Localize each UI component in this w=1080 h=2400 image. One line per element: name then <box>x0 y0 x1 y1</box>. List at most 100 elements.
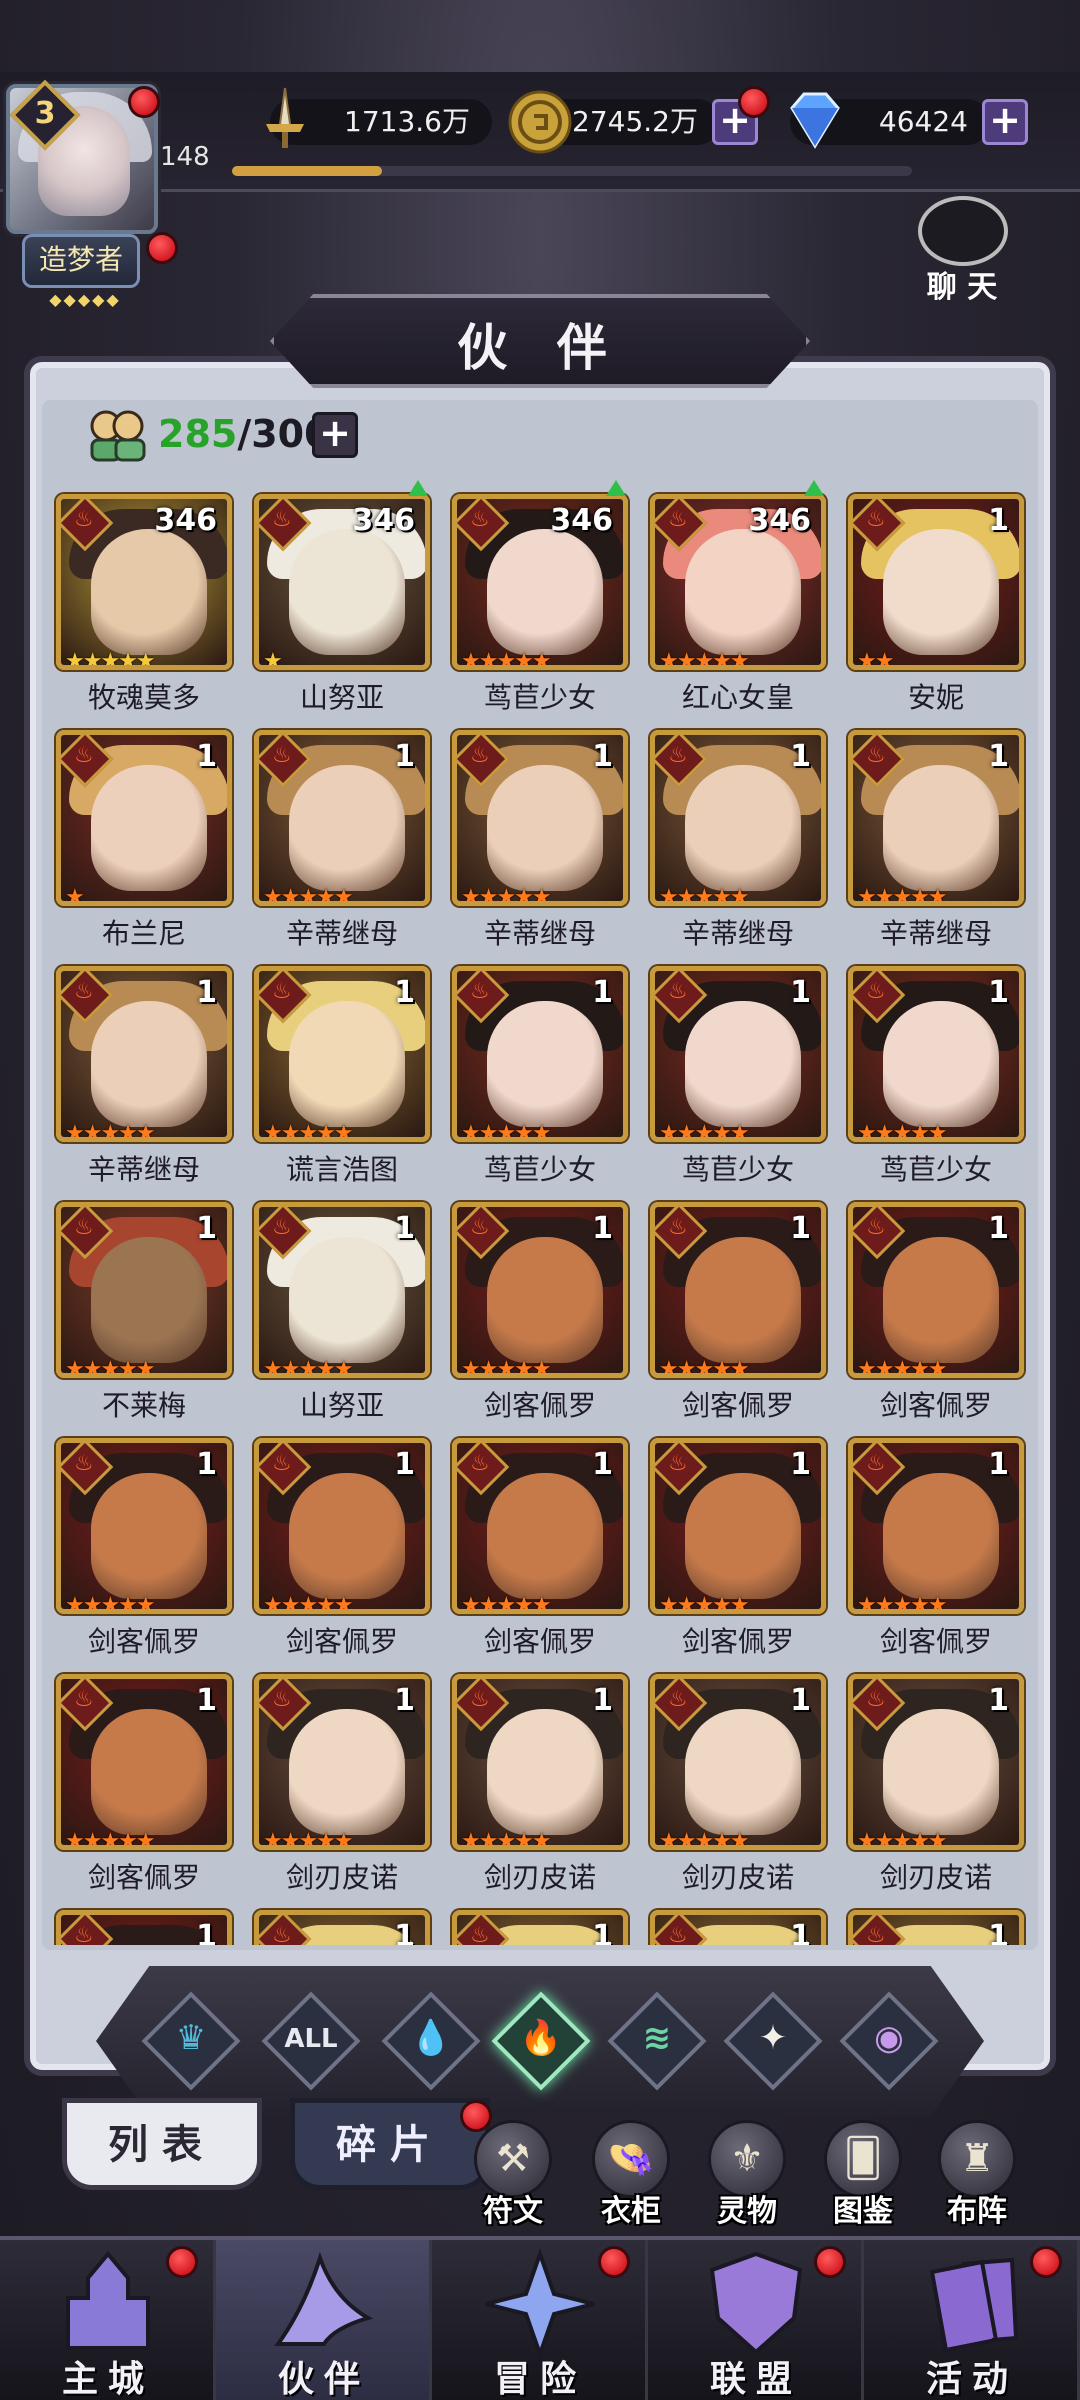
hero-portrait[interactable]: ♨1★★★★★ <box>56 1438 232 1614</box>
action-spirit[interactable]: ⚜ 灵物 <box>704 2120 790 2229</box>
hero-cell[interactable]: ♨ 1 ★★★★★ 辛蒂继母 <box>452 730 628 950</box>
hero-cell[interactable]: ♨1★★★★★ <box>452 1910 628 1945</box>
hero-portrait[interactable]: ♨1★★★★★ <box>254 966 430 1142</box>
hero-cell[interactable]: ♨1★★★★★ <box>254 1910 430 1945</box>
filter-wind-element[interactable]: ≋ <box>607 1991 707 2091</box>
hero-cell[interactable]: ♨ 1 ★★★★★ 剑客佩罗 <box>56 1438 232 1658</box>
hero-cell[interactable]: ♨ 346 ★★★★★ 牧魂莫多 <box>56 494 232 714</box>
hero-cell[interactable]: ♨ 1 ★★ 安妮 <box>848 494 1024 714</box>
hero-portrait[interactable]: ♨1★★★★★ <box>650 966 826 1142</box>
nav-label: 冒险 <box>493 2359 586 2400</box>
hero-cell[interactable]: ♨ 346 ★★★★★ 茑苣少女 <box>452 480 628 714</box>
hero-portrait[interactable]: ♨1★★★★★ <box>650 1674 826 1850</box>
hero-portrait[interactable]: ♨1★★★★★ <box>452 1674 628 1850</box>
hero-portrait[interactable]: ♨1★★★★★ <box>848 966 1024 1142</box>
hero-portrait[interactable]: ♨1★★★★★ <box>650 730 826 906</box>
hero-portrait[interactable]: ♨1★★★★★ <box>56 1674 232 1850</box>
hero-portrait[interactable]: ♨ 1 ★★ <box>848 494 1024 670</box>
nav-compass[interactable]: 冒险 <box>432 2240 648 2400</box>
hero-portrait[interactable]: ♨1★★★★★ <box>254 1674 430 1850</box>
hero-level: 1 <box>790 975 811 1010</box>
hero-cell[interactable]: ♨ 1 ★★★★★ 茑苣少女 <box>848 966 1024 1186</box>
filter-crown-element[interactable]: ♛ <box>141 1991 241 2091</box>
hero-cell[interactable]: ♨ 1 ★★★★★ 剑客佩罗 <box>452 1438 628 1658</box>
hero-portrait[interactable]: ♨1★★★★★ <box>650 1910 826 1945</box>
hero-portrait[interactable]: ♨1★★★★★ <box>848 1910 1024 1945</box>
filter-all-element[interactable]: ALL <box>261 1991 361 2091</box>
filter-light-element[interactable]: ✦ <box>723 1991 823 2091</box>
hero-cell[interactable]: ♨ 1 ★★★★★ 剑刃皮诺 <box>650 1674 826 1894</box>
hero-portrait[interactable]: ♨1★★★★★ <box>56 1202 232 1378</box>
hero-cell[interactable]: ♨ 1 ★★★★★ 辛蒂继母 <box>848 730 1024 950</box>
hero-cell[interactable]: ♨1★★★★★ <box>56 1910 232 1945</box>
nav-shield[interactable]: 联盟 <box>648 2240 864 2400</box>
action-rune[interactable]: ⚒ 符文 <box>470 2120 556 2229</box>
hero-portrait[interactable]: ♨1★★★★★ <box>452 1910 628 1945</box>
nav-castle[interactable]: 主城 <box>0 2240 216 2400</box>
expand-roster-button[interactable]: + <box>312 412 358 458</box>
hero-level: 1 <box>394 739 415 774</box>
hero-portrait[interactable]: ♨ 346 ★★★★★ <box>56 494 232 670</box>
hero-portrait[interactable]: ♨1★★★★★ <box>56 966 232 1142</box>
hero-portrait[interactable]: ♨ 346 ★ <box>254 494 430 670</box>
hero-cell[interactable]: ♨ 1 ★★★★★ 剑客佩罗 <box>452 1202 628 1422</box>
action-formation[interactable]: ♜ 布阵 <box>934 2120 1020 2229</box>
hero-portrait[interactable]: ♨1★★★★★ <box>452 1202 628 1378</box>
action-label: 灵物 <box>717 2194 777 2229</box>
hero-cell[interactable]: ♨ 1 ★★★★★ 剑客佩罗 <box>650 1202 826 1422</box>
hero-stars: ★★★★★ <box>461 649 552 670</box>
hero-portrait[interactable]: ♨ 346 ★★★★★ <box>650 494 826 670</box>
hero-cell[interactable]: ♨ 1 ★★★★★ 剑客佩罗 <box>848 1438 1024 1658</box>
hero-portrait[interactable]: ♨1★★★★★ <box>254 1202 430 1378</box>
hero-portrait[interactable]: ♨1★★★★★ <box>254 1438 430 1614</box>
nav-wizard-hat[interactable]: 伙伴 <box>216 2240 432 2400</box>
hero-portrait[interactable]: ♨1★★★★★ <box>254 1910 430 1945</box>
hero-portrait[interactable]: ♨1★★★★★ <box>650 1438 826 1614</box>
hero-cell[interactable]: ♨ 1 ★★★★★ 剑刃皮诺 <box>452 1674 628 1894</box>
hero-cell[interactable]: ♨ 1 ★★★★★ 辛蒂继母 <box>650 730 826 950</box>
title-badge[interactable]: 造梦者 <box>22 234 140 288</box>
hero-cell[interactable]: ♨ 1 ★★★★★ 不莱梅 <box>56 1202 232 1422</box>
hero-cell[interactable]: ♨ 1 ★ 布兰尼 <box>56 730 232 950</box>
filter-water-element[interactable]: 💧 <box>381 1991 481 2091</box>
hero-cell[interactable]: ♨ 1 ★★★★★ 辛蒂继母 <box>254 730 430 950</box>
add-diamond-button[interactable]: + <box>982 99 1028 145</box>
hero-cell[interactable]: ♨ 1 ★★★★★ 谎言浩图 <box>254 966 430 1186</box>
hero-portrait[interactable]: ♨1★★★★★ <box>452 730 628 906</box>
hero-cell[interactable]: ♨1★★★★★ <box>848 1910 1024 1945</box>
chat-button[interactable]: 聊 天 <box>912 196 1012 305</box>
hero-portrait[interactable]: ♨1★★★★★ <box>650 1202 826 1378</box>
hero-cell[interactable]: ♨1★★★★★ <box>650 1910 826 1945</box>
hero-portrait[interactable]: ♨ 346 ★★★★★ <box>452 494 628 670</box>
hero-portrait[interactable]: ♨1★★★★★ <box>254 730 430 906</box>
hero-cell[interactable]: ♨ 1 ★★★★★ 剑客佩罗 <box>650 1438 826 1658</box>
hero-cell[interactable]: ♨ 346 ★★★★★ 红心女皇 <box>650 480 826 714</box>
hero-cell[interactable]: ♨ 1 ★★★★★ 茑苣少女 <box>650 966 826 1186</box>
hero-level: 346 <box>748 503 811 538</box>
hero-portrait[interactable]: ♨1★★★★★ <box>848 1438 1024 1614</box>
hero-cell[interactable]: ♨ 1 ★★★★★ 山努亚 <box>254 1202 430 1422</box>
nav-cards[interactable]: 活动 <box>864 2240 1080 2400</box>
hero-portrait[interactable]: ♨1★★★★★ <box>452 1438 628 1614</box>
hero-cell[interactable]: ♨ 1 ★★★★★ 茑苣少女 <box>452 966 628 1186</box>
hero-portrait[interactable]: ♨1★★★★★ <box>452 966 628 1142</box>
hero-cell[interactable]: ♨ 1 ★★★★★ 剑刃皮诺 <box>254 1674 430 1894</box>
hero-cell[interactable]: ♨ 346 ★ 山努亚 <box>254 480 430 714</box>
hero-portrait[interactable]: ♨1★★★★★ <box>56 1910 232 1945</box>
action-wardrobe[interactable]: 👒 衣柜 <box>588 2120 674 2229</box>
filter-fire-element[interactable]: 🔥 <box>491 1991 591 2091</box>
action-codex[interactable]: 🂠 图鉴 <box>820 2120 906 2229</box>
hero-portrait[interactable]: ♨ 1 ★ <box>56 730 232 906</box>
hero-cell[interactable]: ♨ 1 ★★★★★ 剑刃皮诺 <box>848 1674 1024 1894</box>
hero-portrait[interactable]: ♨1★★★★★ <box>848 1202 1024 1378</box>
filter-dark-element[interactable]: ◉ <box>839 1991 939 2091</box>
tab-list[interactable]: 列表 <box>62 2098 262 2190</box>
portrait-face <box>487 529 603 655</box>
hero-portrait[interactable]: ♨1★★★★★ <box>848 730 1024 906</box>
hero-cell[interactable]: ♨ 1 ★★★★★ 剑客佩罗 <box>848 1202 1024 1422</box>
cards-icon <box>929 2257 1019 2353</box>
hero-portrait[interactable]: ♨1★★★★★ <box>848 1674 1024 1850</box>
hero-cell[interactable]: ♨ 1 ★★★★★ 辛蒂继母 <box>56 966 232 1186</box>
hero-cell[interactable]: ♨ 1 ★★★★★ 剑客佩罗 <box>56 1674 232 1894</box>
hero-cell[interactable]: ♨ 1 ★★★★★ 剑客佩罗 <box>254 1438 430 1658</box>
